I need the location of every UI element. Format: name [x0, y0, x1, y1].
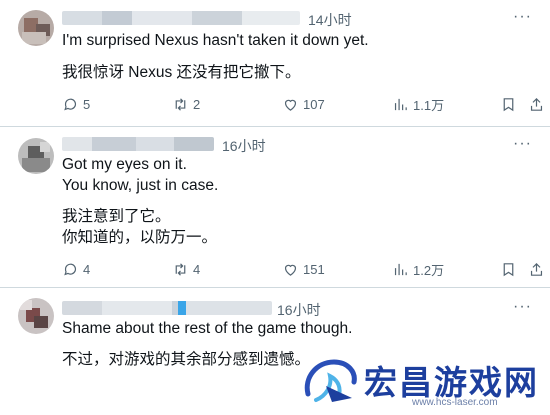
share-icon [530, 262, 543, 276]
reply-icon [64, 98, 77, 110]
reply-icon [64, 263, 77, 275]
like-button[interactable]: 151 [282, 259, 325, 279]
retweet-button[interactable]: 4 [172, 259, 200, 279]
reply-count: 5 [83, 96, 91, 112]
tweet-text-zh: 我注意到了它。 [62, 208, 171, 225]
reply-count: 4 [83, 261, 91, 277]
views-count: 1.2万 [413, 262, 445, 278]
heart-icon [284, 99, 297, 111]
like-count: 107 [303, 96, 325, 112]
retweet-count: 4 [193, 261, 201, 277]
avatar[interactable] [18, 10, 54, 46]
reply-button[interactable]: 4 [62, 259, 90, 279]
avatar[interactable] [18, 298, 54, 334]
tweet-text-zh: 不过，对游戏的其余部分感到遗憾。 [62, 351, 311, 368]
tweet-1[interactable]: 14小时 ··· I'm surprised Nexus hasn't take… [0, 0, 550, 126]
site-watermark: 宏昌游戏网 www.hcs-laser.com [300, 350, 550, 415]
share-button[interactable] [528, 94, 545, 114]
bookmark-button[interactable] [500, 259, 517, 279]
more-options-button[interactable]: ··· [513, 298, 532, 316]
like-button[interactable]: 107 [282, 94, 325, 114]
watermark-url: www.hcs-laser.com [412, 397, 498, 408]
views-count: 1.1万 [413, 97, 445, 113]
tweet-text-en: I'm surprised Nexus hasn't taken it down… [62, 32, 369, 49]
tweet-time[interactable]: 16小时 [277, 300, 321, 320]
views-icon [394, 263, 407, 275]
author-name-blurred[interactable] [62, 137, 214, 151]
tweet-2[interactable]: 16小时 ··· Got my eyes on it. You know, ju… [0, 127, 550, 287]
retweet-icon [175, 262, 186, 276]
views-icon [394, 98, 407, 110]
tweet-text-zh: 你知道的，以防万一。 [62, 229, 218, 246]
share-icon [530, 97, 543, 111]
bookmark-icon [503, 97, 514, 111]
reply-button[interactable]: 5 [62, 94, 90, 114]
more-options-button[interactable]: ··· [513, 8, 532, 26]
retweet-button[interactable]: 2 [172, 94, 200, 114]
tweet-time[interactable]: 16小时 [222, 136, 266, 156]
like-count: 151 [303, 261, 325, 277]
tweet-text-zh: 我很惊讶 Nexus 还没有把它撤下。 [62, 64, 301, 81]
share-button[interactable] [528, 259, 545, 279]
tweet-text-en: Got my eyes on it. [62, 156, 187, 173]
heart-icon [284, 264, 297, 276]
retweet-icon [175, 97, 186, 111]
views-button[interactable]: 1.1万 [392, 94, 444, 114]
views-button[interactable]: 1.2万 [392, 259, 444, 279]
author-name-blurred[interactable] [62, 301, 272, 315]
retweet-count: 2 [193, 96, 201, 112]
avatar[interactable] [18, 138, 54, 174]
bookmark-icon [503, 262, 514, 276]
more-options-button[interactable]: ··· [513, 135, 532, 153]
bookmark-button[interactable] [500, 94, 517, 114]
author-name-blurred[interactable] [62, 11, 300, 25]
tweet-text-en: You know, just in case. [62, 177, 219, 194]
tweet-text-en: Shame about the rest of the game though. [62, 320, 353, 337]
tweet-time[interactable]: 14小时 [308, 10, 352, 30]
watermark-logo-icon [304, 359, 357, 402]
